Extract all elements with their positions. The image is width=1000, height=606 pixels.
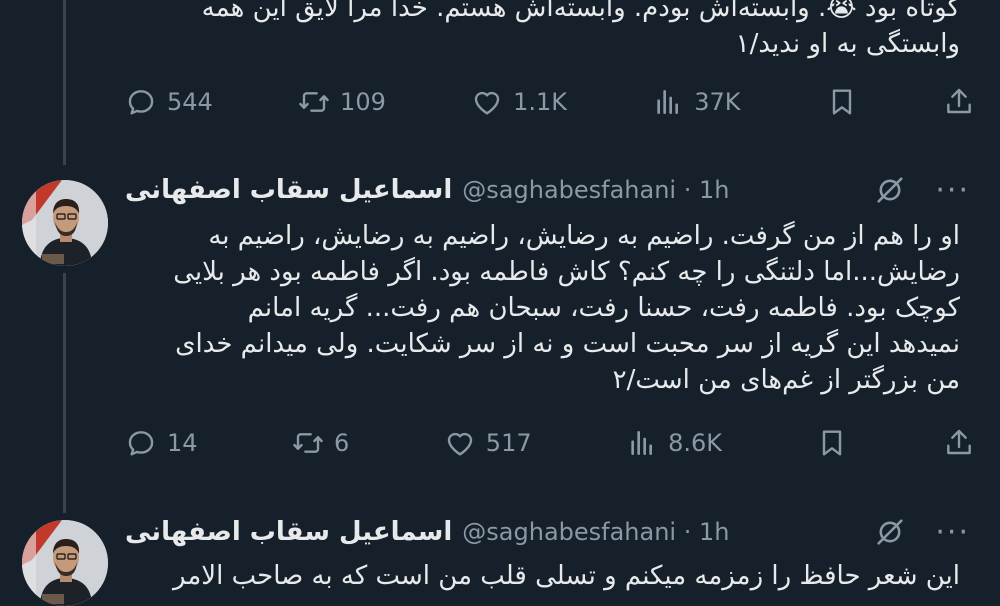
avatar-image <box>22 520 108 606</box>
reply-icon <box>125 86 157 118</box>
display-name[interactable]: اسماعیل سقاب اصفهانی <box>125 175 452 205</box>
header-icons: ··· <box>873 512 970 552</box>
reply-button[interactable]: 14 <box>125 427 198 459</box>
bookmark-icon <box>826 86 858 118</box>
tweet-2-header: اسماعیل سقاب اصفهانی @saghabesfahani · 1… <box>125 170 970 210</box>
share-icon <box>943 427 975 459</box>
reply-button[interactable]: 544 <box>125 86 213 118</box>
reply-count: 544 <box>167 88 213 116</box>
views-icon <box>652 86 684 118</box>
header-icons: ··· <box>873 170 970 210</box>
handle-and-time[interactable]: @saghabesfahani · 1h <box>462 518 729 546</box>
like-button[interactable]: 1.1K <box>471 86 567 118</box>
bookmark-icon <box>816 427 848 459</box>
share-button[interactable] <box>943 427 975 459</box>
more-icon[interactable]: ··· <box>935 515 970 550</box>
display-name[interactable]: اسماعیل سقاب اصفهانی <box>125 517 452 547</box>
tweet-2-actions: 14 6 517 8.6K <box>125 423 975 463</box>
views-count: 8.6K <box>668 429 722 457</box>
retweet-icon <box>298 86 330 118</box>
views-count: 37K <box>694 88 741 116</box>
tweet-3-header: اسماعیل سقاب اصفهانی @saghabesfahani · 1… <box>125 512 970 552</box>
handle-and-time[interactable]: @saghabesfahani · 1h <box>462 176 729 204</box>
reply-icon <box>125 427 157 459</box>
bookmark-button[interactable] <box>816 427 848 459</box>
avatar[interactable] <box>22 520 108 606</box>
retweet-count: 109 <box>340 88 386 116</box>
like-count: 517 <box>485 429 532 457</box>
thread-line-middle <box>63 273 66 513</box>
grok-button[interactable] <box>873 173 907 207</box>
avatar[interactable] <box>22 180 108 266</box>
share-button[interactable] <box>943 86 975 118</box>
more-icon[interactable]: ··· <box>935 173 970 208</box>
tweet-1-text: کوتاه بود 😭. وابسته‌اش بودم. وابسته‌اش ه… <box>201 0 960 59</box>
views-button[interactable]: 37K <box>652 86 741 118</box>
thread-line-top <box>63 0 66 165</box>
like-count: 1.1K <box>513 88 567 116</box>
retweet-icon <box>292 427 324 459</box>
retweet-button[interactable]: 109 <box>298 86 386 118</box>
tweet-3-text: این شعر حافظ را زمزمه میکنم و تسلی قلب م… <box>173 561 960 591</box>
views-icon <box>626 427 658 459</box>
heart-icon <box>471 86 503 118</box>
heart-icon <box>444 427 476 459</box>
avatar-image <box>22 180 108 266</box>
grok-button[interactable] <box>873 515 907 549</box>
grok-icon <box>873 173 907 207</box>
views-button[interactable]: 8.6K <box>626 427 722 459</box>
retweet-count: 6 <box>334 429 350 457</box>
share-icon <box>943 86 975 118</box>
tweet-2-text: او را هم از من گرفت. راضیم به رضایش، راض… <box>173 221 960 395</box>
tweet-1-actions: 544 109 1.1K 37K <box>125 82 975 122</box>
reply-count: 14 <box>167 429 198 457</box>
retweet-button[interactable]: 6 <box>292 427 349 459</box>
like-button[interactable]: 517 <box>444 427 532 459</box>
bookmark-button[interactable] <box>826 86 858 118</box>
grok-icon <box>873 515 907 549</box>
